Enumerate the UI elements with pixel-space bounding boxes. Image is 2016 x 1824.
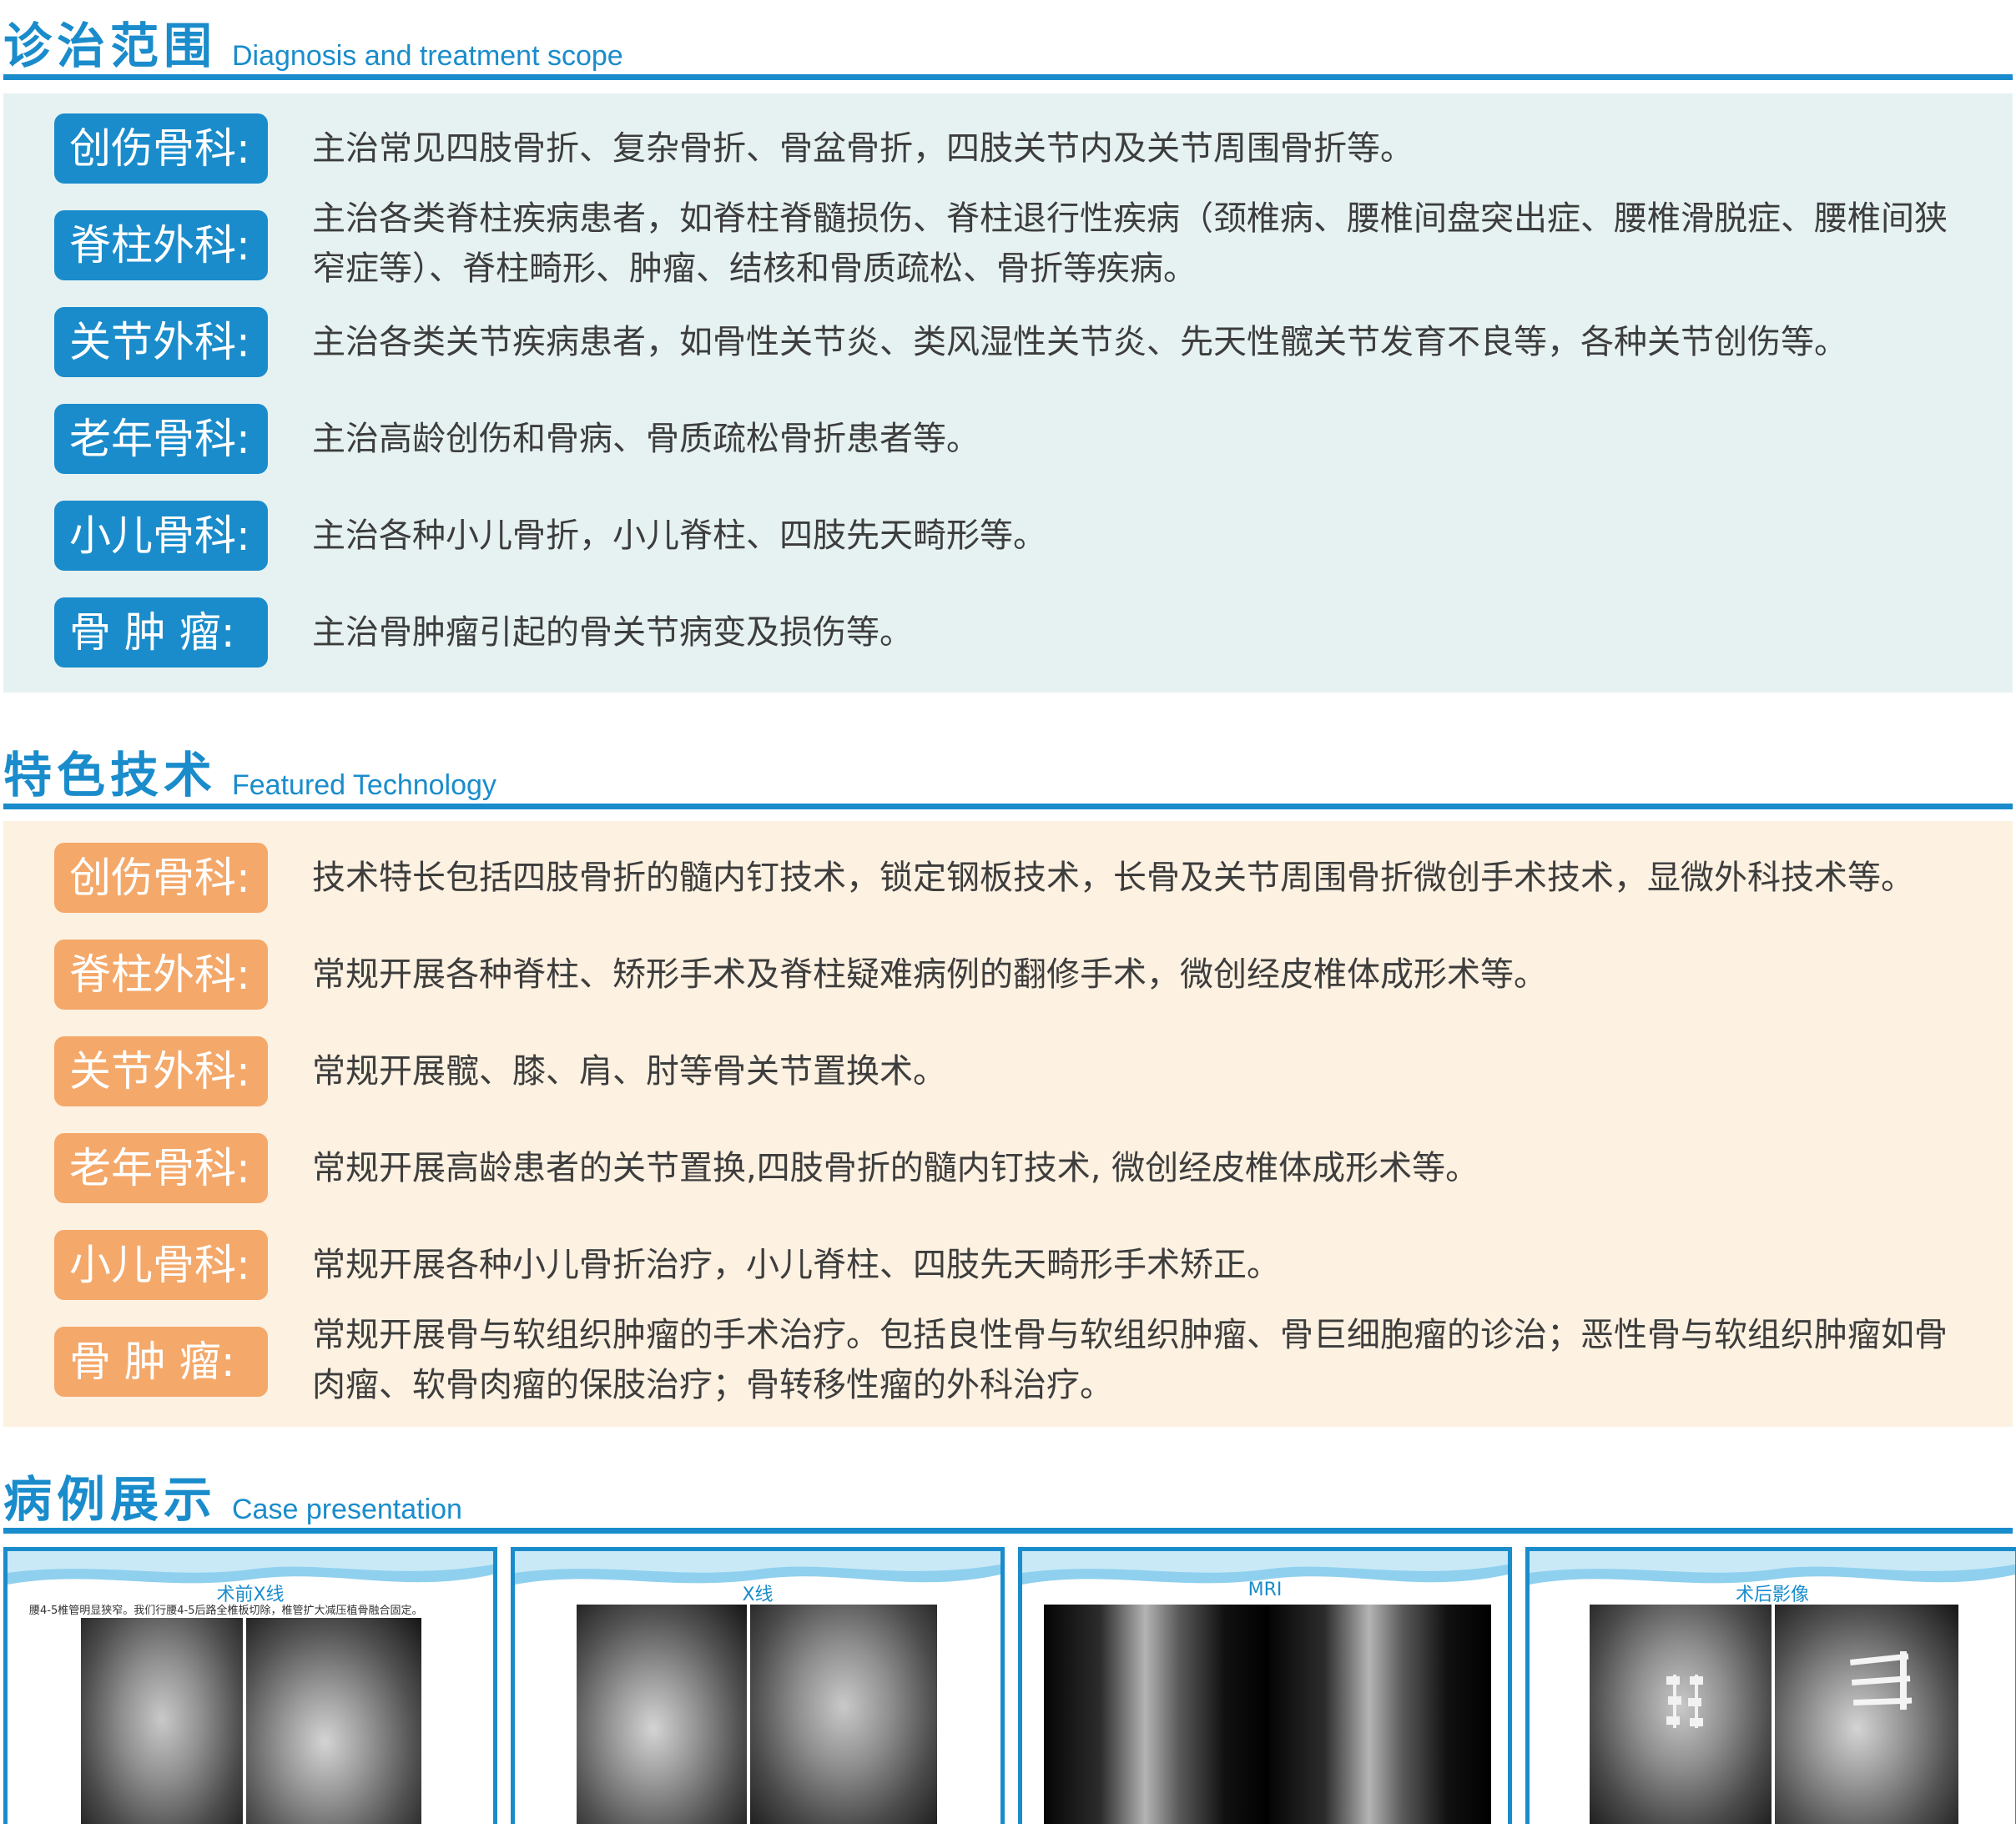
- xray-image-ap: [81, 1618, 243, 1824]
- category-description: 常规开展各种小儿骨折治疗，小儿脊柱、四肢先天畸形手术矫正。: [312, 1246, 1280, 1284]
- category-badge: 关节外科:: [54, 307, 268, 377]
- category-description: 主治各类关节疾病患者，如骨性关节炎、类风湿性关节炎、先天性髋关节发育不良等，各种…: [312, 323, 1847, 361]
- section-title-zh: 诊治范围: [3, 18, 218, 74]
- mri-image-sagittal-2: [1269, 1605, 1491, 1824]
- category-description: 技术特长包括四肢骨折的髓内钉技术，锁定钢板技术，长骨及关节周围骨折微创手术技术，…: [312, 859, 1914, 897]
- scope-panel: 创伤骨科: 主治常见四肢骨折、复杂骨折、骨盆骨折，四肢关节内及关节周围骨折等。 …: [3, 93, 2013, 693]
- tech-panel: 创伤骨科: 技术特长包括四肢骨折的髓内钉技术，锁定钢板技术，长骨及关节周围骨折微…: [3, 821, 2013, 1427]
- case-panel-preop-xray[interactable]: 术前X线 腰4-5椎管明显狭窄。我们行腰4-5后路全椎板切除，椎管扩大减压植骨融…: [3, 1547, 497, 1824]
- category-description: 主治常见四肢骨折、复杂骨折、骨盆骨折，四肢关节内及关节周围骨折等。: [312, 129, 1414, 168]
- category-badge: 创伤骨科:: [54, 113, 268, 184]
- section-title-zh: 病例展示: [3, 1471, 218, 1528]
- category-badge: 脊柱外科:: [54, 210, 268, 280]
- section-header-scope: 诊治范围 Diagnosis and treatment scope: [3, 0, 2013, 80]
- category-badge: 小儿骨科:: [54, 501, 268, 571]
- section-divider: [3, 804, 2013, 809]
- xray-image-flexion: [577, 1605, 747, 1824]
- postop-image-ap: [1590, 1605, 1772, 1824]
- category-description: 常规开展高龄患者的关节置换,四肢骨折的髓内钉技术, 微创经皮椎体成形术等。: [312, 1149, 1479, 1187]
- case-panel-postop[interactable]: 术后影像: [1525, 1547, 2016, 1824]
- category-description: 常规开展髋、膝、肩、肘等骨关节置换术。: [312, 1052, 946, 1091]
- xray-image-lateral: [246, 1618, 421, 1824]
- category-description: 主治各种小儿骨折，小儿脊柱、四肢先天畸形等。: [312, 516, 1046, 555]
- case-title: 术后影像: [1735, 1585, 1809, 1605]
- section-divider: [3, 1528, 2013, 1534]
- category-badge: 骨 肿 瘤:: [54, 1327, 268, 1397]
- category-badge: 老年骨科:: [54, 404, 268, 474]
- implant-screws-graphic: [1666, 1675, 1703, 1728]
- mri-image-sagittal-1: [1044, 1605, 1269, 1824]
- case-gallery: 术前X线 腰4-5椎管明显狭窄。我们行腰4-5后路全椎板切除，椎管扩大减压植骨融…: [0, 1542, 2016, 1824]
- case-panel-mri[interactable]: MRI: [1018, 1547, 1512, 1824]
- category-badge: 脊柱外科:: [54, 940, 268, 1010]
- xray-image-extension: [750, 1605, 937, 1824]
- section-title-en: Case presentation: [232, 1494, 462, 1525]
- postop-image-lateral: [1775, 1605, 1958, 1824]
- category-description: 常规开展各种脊柱、矫形手术及脊柱疑难病例的翻修手术，微创经皮椎体成形术等。: [312, 955, 1547, 994]
- category-badge: 小儿骨科:: [54, 1230, 268, 1300]
- category-badge: 关节外科:: [54, 1036, 268, 1106]
- section-title-en: Featured Technology: [232, 769, 496, 801]
- implant-rods-graphic: [1850, 1651, 1913, 1710]
- category-description: 常规开展骨与软组织肿瘤的手术治疗。包括良性骨与软组织肿瘤、骨巨细胞瘤的诊治；恶性…: [312, 1316, 1948, 1404]
- section-header-cases: 病例展示 Case presentation: [3, 1444, 2013, 1534]
- case-title: MRI: [1247, 1580, 1283, 1600]
- category-badge: 老年骨科:: [54, 1133, 268, 1203]
- category-description: 主治各类脊柱疾病患者，如脊柱脊髓损伤、脊柱退行性疾病（颈椎病、腰椎间盘突出症、腰…: [312, 199, 1948, 288]
- case-note: 腰4-5椎管明显狭窄。我们行腰4-5后路全椎板切除，椎管扩大减压植骨融合固定。: [29, 1605, 423, 1617]
- case-panel-xray[interactable]: X线: [511, 1547, 1005, 1824]
- section-title-en: Diagnosis and treatment scope: [232, 40, 623, 72]
- section-divider: [3, 74, 2013, 80]
- section-header-tech: 特色技术 Featured Technology: [3, 718, 2013, 809]
- category-badge: 创伤骨科:: [54, 843, 268, 913]
- section-title-zh: 特色技术: [3, 747, 218, 804]
- case-title: X线: [742, 1585, 774, 1605]
- category-badge: 骨 肿 瘤:: [54, 597, 268, 668]
- category-description: 主治高龄创伤和骨病、骨质疏松骨折患者等。: [312, 420, 980, 458]
- category-description: 主治骨肿瘤引起的骨关节病变及损伤等。: [312, 613, 913, 652]
